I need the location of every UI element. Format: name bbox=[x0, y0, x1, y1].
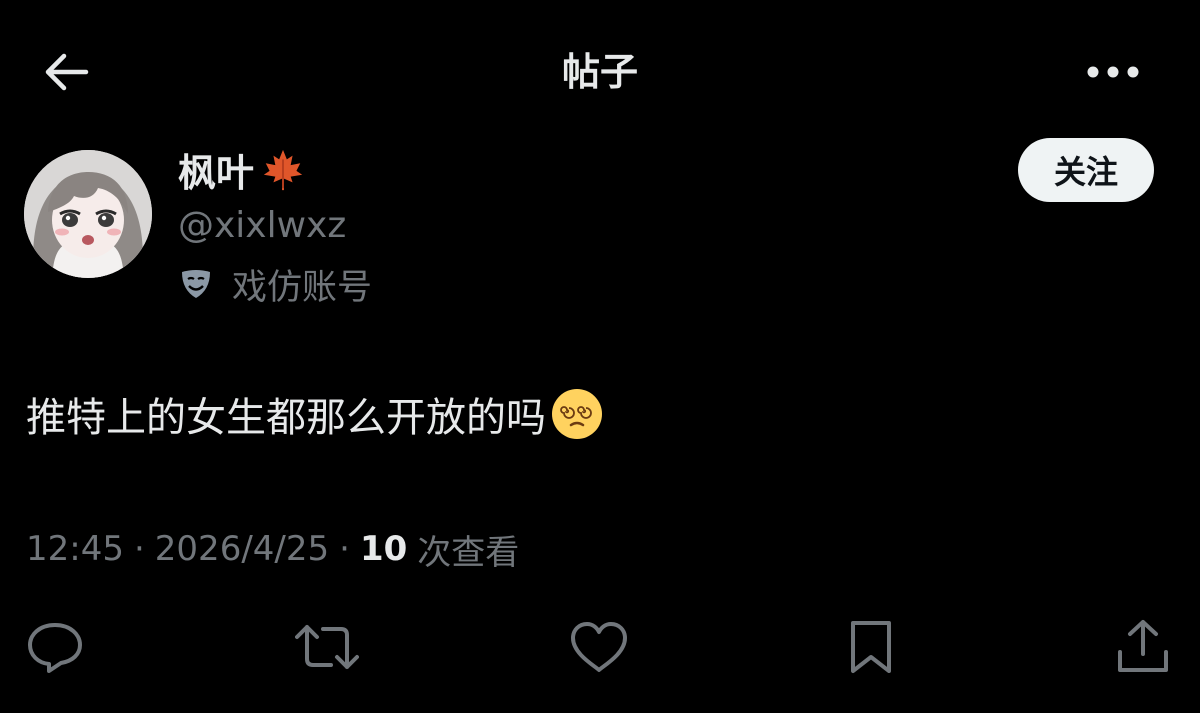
action-bar bbox=[0, 612, 1200, 682]
post-time[interactable]: 12:45 bbox=[26, 529, 124, 569]
separator-dot: · bbox=[133, 529, 145, 569]
maple-leaf-icon bbox=[263, 149, 303, 191]
display-name[interactable]: 枫叶 bbox=[178, 142, 306, 196]
parody-account-label: 戏仿账号 bbox=[178, 258, 372, 310]
bookmark-button[interactable] bbox=[836, 612, 906, 682]
arrow-left-icon bbox=[45, 53, 89, 91]
retweet-icon bbox=[295, 625, 359, 669]
parody-label-text: 戏仿账号 bbox=[232, 267, 373, 308]
separator-dot: · bbox=[339, 529, 350, 569]
retweet-button[interactable] bbox=[292, 612, 362, 682]
reply-icon bbox=[28, 623, 82, 673]
more-horizontal-icon bbox=[1087, 66, 1139, 78]
user-handle[interactable]: @xixlwxz bbox=[178, 202, 346, 250]
share-button[interactable] bbox=[1108, 612, 1178, 682]
post-metadata: 12:45 · 2026/4/25 · 10 次查看 bbox=[26, 522, 519, 576]
bookmark-icon bbox=[851, 621, 891, 673]
views-label: 次查看 bbox=[417, 532, 520, 573]
views-count: 10 bbox=[359, 529, 408, 569]
like-icon bbox=[571, 622, 627, 672]
more-options-button[interactable] bbox=[1080, 50, 1146, 94]
reply-button[interactable] bbox=[20, 612, 90, 682]
page-title: 帖子 bbox=[561, 50, 638, 94]
avatar[interactable] bbox=[24, 150, 152, 278]
post-text: 推特上的女生都那么开放的吗 bbox=[26, 395, 546, 441]
post-body: 推特上的女生都那么开放的吗 bbox=[26, 382, 604, 446]
back-button[interactable] bbox=[36, 48, 96, 96]
top-bar: 帖子 bbox=[0, 0, 1200, 145]
theater-mask-icon bbox=[182, 270, 210, 298]
like-button[interactable] bbox=[564, 612, 634, 682]
display-name-text: 枫叶 bbox=[178, 150, 255, 195]
post-date[interactable]: 2026/4/25 bbox=[155, 529, 329, 569]
share-icon bbox=[1118, 620, 1168, 672]
dizzy-face-icon bbox=[552, 389, 602, 439]
follow-button[interactable]: 关注 bbox=[1018, 138, 1154, 202]
anime-girl-avatar bbox=[24, 150, 152, 278]
